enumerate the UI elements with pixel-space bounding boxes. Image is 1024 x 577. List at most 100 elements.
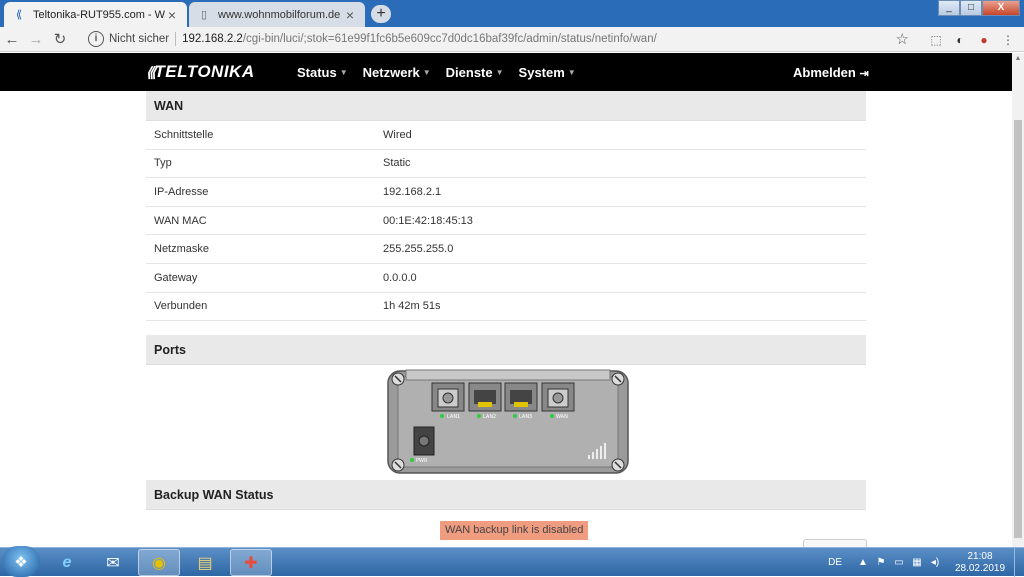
power-label: PWR — [416, 458, 428, 464]
browser-tab-strip: ⟪ Teltonika-RUT955.com - WAN - ╲ × ▯ www… — [0, 0, 1024, 27]
port-label-lan3: LAN3 — [519, 414, 532, 420]
chrome-icon[interactable]: ◉ — [138, 549, 180, 576]
tray-arrow-icon[interactable]: ▲ — [856, 557, 870, 568]
table-row: Typ Static — [146, 150, 866, 179]
table-row: Netzmaske 255.255.255.0 — [146, 235, 866, 264]
close-window-button[interactable]: X — [982, 0, 1020, 16]
page-content: WAN Schnittstelle Wired Typ Static IP-Adre… — [146, 91, 867, 552]
page-favicon-icon: ▯ — [200, 9, 208, 21]
forward-arrow-icon[interactable]: → — [24, 27, 48, 51]
row-key: Typ — [154, 157, 172, 170]
teltonika-favicon-icon: ⟪ — [15, 9, 23, 21]
address-bar[interactable]: i Nicht sicher 192.168.2.2 /cgi-bin/luci… — [80, 28, 915, 50]
new-tab-button[interactable]: + — [371, 5, 391, 23]
router-device-image: LAN1 LAN2 LAN3 WAN PWR — [387, 369, 629, 474]
language-indicator[interactable]: DE — [828, 557, 842, 568]
tab-teltonika-wan[interactable]: ⟪ Teltonika-RUT955.com - WAN - ╲ × — [4, 2, 187, 27]
menu-status-label: Status — [297, 65, 337, 80]
close-tab-icon[interactable]: × — [165, 7, 179, 23]
wan-table: Schnittstelle Wired Typ Static IP-Adresse 1… — [146, 121, 866, 322]
wan-section-title: WAN — [146, 91, 866, 121]
teltonika-logo-icon: ⟨⟨⟨ — [146, 63, 157, 80]
teltonika-logo[interactable]: ⟨⟨⟨ TELTONIKA — [146, 62, 255, 82]
chevron-down-icon: ▼ — [422, 68, 431, 77]
page-scrollbar[interactable]: ▲ — [1012, 53, 1024, 547]
reload-icon[interactable]: ↻ — [48, 27, 72, 51]
logo-text: TELTONIKA — [154, 62, 255, 81]
taskbar-clock[interactable]: 21:08 28.02.2019 — [950, 551, 1010, 575]
bookmark-star-icon[interactable]: ☆ — [896, 30, 909, 48]
backup-wan-section-title: Backup WAN Status — [146, 480, 866, 511]
menu-status[interactable]: Status ▼ — [297, 65, 348, 80]
windows-taskbar: ❖ e ✉ ◉ ▤ ✚ DE ▲ ⚑ ▭ ▦ ◂) 21:08 28.02.20… — [0, 546, 1024, 577]
row-key: Gateway — [154, 271, 198, 284]
table-row: Verbunden 1h 42m 51s — [146, 293, 866, 322]
show-desktop-button[interactable] — [1014, 548, 1024, 577]
browser-extensions: ⬚ ◐ ● ⋮ — [928, 27, 1016, 52]
row-value: 255.255.255.0 — [383, 243, 454, 256]
address-separator — [175, 32, 177, 46]
minimize-button[interactable]: _ — [938, 0, 960, 16]
row-value: 1h 42m 51s — [383, 300, 441, 313]
port-label-lan1: LAN1 — [447, 414, 460, 420]
contrast-icon[interactable]: ◐ — [952, 32, 968, 48]
row-value: Wired — [383, 128, 412, 141]
port-label-wan: WAN — [556, 414, 568, 420]
maximize-button[interactable]: □ — [960, 0, 982, 16]
row-key: WAN MAC — [154, 214, 207, 227]
file-explorer-icon[interactable]: ▤ — [184, 549, 226, 576]
backup-wan-panel: WAN backup link is disabled — [146, 510, 867, 552]
table-row: Schnittstelle Wired — [146, 121, 866, 150]
network-icon[interactable]: ▦ — [910, 557, 924, 568]
port-label-lan2: LAN2 — [483, 414, 496, 420]
extension-icon[interactable]: ⬚ — [928, 32, 944, 48]
row-key: Netzmaske — [154, 243, 210, 256]
security-label: Nicht sicher — [109, 33, 170, 45]
tab-wohnmobilforum[interactable]: ▯ www.wohnmobilforum.de × — [189, 2, 365, 27]
url-host: 192.168.2.2 — [182, 33, 243, 45]
menu-dienste-label: Dienste — [445, 65, 493, 80]
start-button-icon[interactable]: ❖ — [2, 546, 40, 577]
menu-netzwerk[interactable]: Netzwerk ▼ — [363, 65, 431, 80]
internet-explorer-icon[interactable]: e — [46, 549, 88, 576]
main-menu: Status ▼ Netzwerk ▼ Dienste ▼ System ▼ — [297, 65, 576, 80]
power-jack-icon — [413, 426, 435, 456]
scroll-up-icon[interactable]: ▲ — [1012, 53, 1024, 65]
logout-label: Abmelden — [793, 65, 856, 80]
row-value: Static — [383, 157, 411, 170]
row-value: 0.0.0.0 — [383, 271, 417, 284]
menu-system-label: System — [518, 65, 565, 80]
window-controls: _ □ X — [938, 0, 1020, 16]
menu-dienste[interactable]: Dienste ▼ — [446, 65, 504, 80]
logout-icon: ⇥ — [859, 68, 869, 80]
scrollbar-thumb[interactable] — [1014, 120, 1022, 538]
clock-time: 21:08 — [967, 550, 993, 562]
volume-icon[interactable]: ◂) — [928, 557, 942, 568]
table-row: WAN MAC 00:1E:42:18:45:13 — [146, 207, 866, 236]
app-icon[interactable]: ✚ — [230, 549, 272, 576]
menu-dots-icon[interactable]: ⋮ — [1000, 32, 1016, 48]
back-arrow-icon[interactable]: ← — [0, 27, 24, 51]
sim-port-icon — [431, 382, 465, 412]
chevron-down-icon: ▼ — [495, 68, 504, 77]
table-row: Gateway 0.0.0.0 — [146, 264, 866, 293]
row-value: 00:1E:42:18:45:13 — [383, 214, 473, 227]
info-icon[interactable]: i — [88, 31, 104, 47]
outlook-icon[interactable]: ✉ — [92, 549, 134, 576]
close-tab-icon[interactable]: × — [343, 7, 357, 23]
row-key: IP-Adresse — [154, 185, 209, 198]
row-value: 192.168.2.1 — [383, 185, 442, 198]
ports-section-title: Ports — [146, 335, 866, 366]
battery-icon[interactable]: ▭ — [892, 557, 906, 568]
ports-panel: LAN1 LAN2 LAN3 WAN PWR — [146, 365, 866, 480]
profile-avatar-icon[interactable]: ● — [976, 32, 992, 48]
wan-port-icon — [541, 382, 575, 412]
table-row: IP-Adresse 192.168.2.1 — [146, 178, 866, 207]
menu-system[interactable]: System ▼ — [519, 65, 576, 80]
browser-toolbar: ← → ↻ i Nicht sicher 192.168.2.2 /cgi-bi… — [0, 27, 1024, 52]
clock-date: 28.02.2019 — [954, 562, 1006, 574]
tab-title: Teltonika-RUT955.com - WAN - ╲ — [33, 9, 165, 21]
logout-button[interactable]: Abmelden ⇥ — [793, 65, 869, 80]
tab-title: www.wohnmobilforum.de — [218, 8, 341, 21]
flag-icon[interactable]: ⚑ — [874, 557, 888, 568]
